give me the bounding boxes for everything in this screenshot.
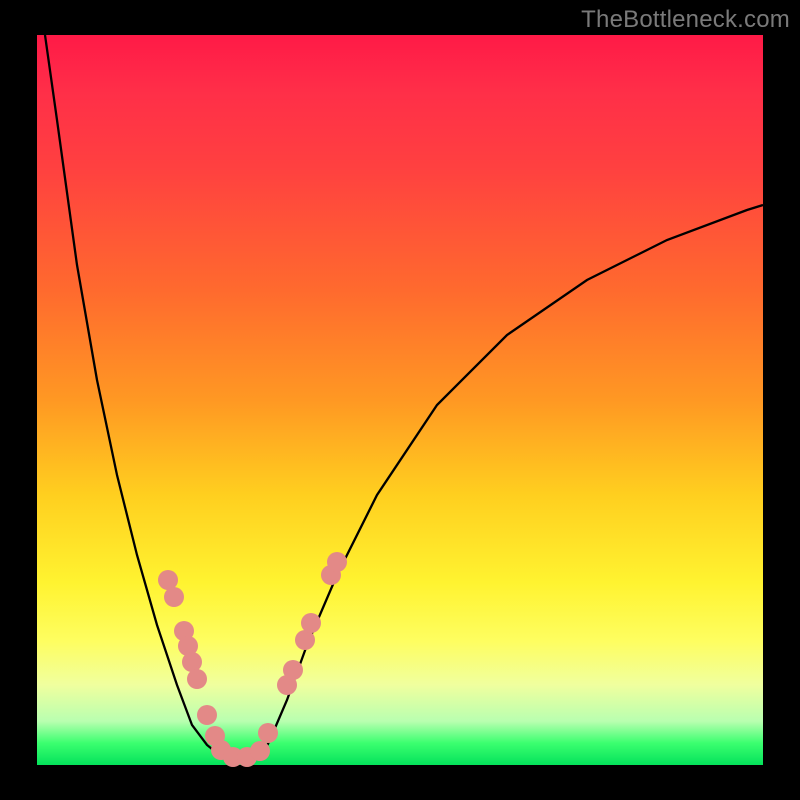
data-dot bbox=[164, 587, 184, 607]
chart-svg bbox=[37, 35, 763, 765]
watermark-text: TheBottleneck.com bbox=[581, 6, 790, 34]
data-dot bbox=[182, 652, 202, 672]
data-dot bbox=[295, 630, 315, 650]
data-dot bbox=[158, 570, 178, 590]
data-dot bbox=[250, 741, 270, 761]
data-dot bbox=[258, 723, 278, 743]
plot-area bbox=[37, 35, 763, 765]
right-curve bbox=[262, 205, 763, 757]
data-dot bbox=[283, 660, 303, 680]
left-curve bbox=[45, 35, 227, 757]
data-dot bbox=[301, 613, 321, 633]
data-dot bbox=[327, 552, 347, 572]
data-dot bbox=[187, 669, 207, 689]
chart-frame: TheBottleneck.com bbox=[0, 0, 800, 800]
data-dots bbox=[158, 552, 347, 767]
data-dot bbox=[197, 705, 217, 725]
